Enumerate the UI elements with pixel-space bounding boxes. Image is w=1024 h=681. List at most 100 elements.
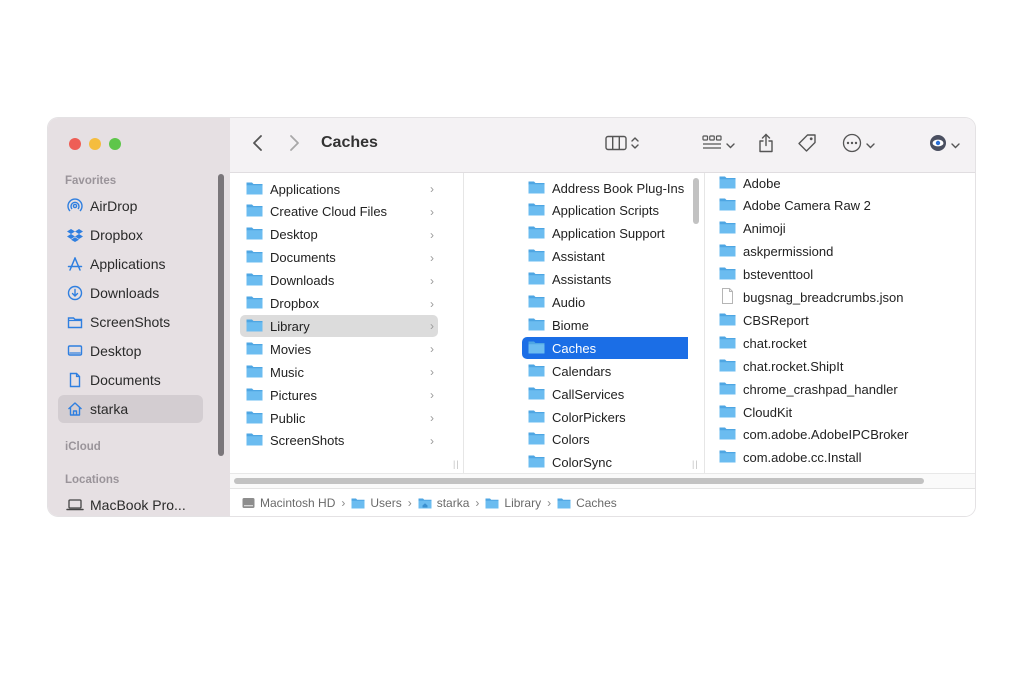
- list-item-chat-rocket-shipit[interactable]: chat.rocket.ShipIt: [713, 355, 963, 377]
- list-item-music[interactable]: Music ›: [240, 361, 438, 383]
- list-item-label: Creative Cloud Files: [270, 204, 388, 220]
- column-caches[interactable]: Adobe Adobe Camera Raw 2 Animoji askpermiss…: [705, 173, 975, 473]
- sidebar-scrollbar[interactable]: [218, 174, 224, 456]
- list-item-callservices[interactable]: CallServices›: [522, 383, 688, 405]
- forward-button[interactable]: [282, 118, 306, 172]
- path-item-label: Users: [370, 495, 402, 510]
- folder-icon: [528, 225, 545, 242]
- list-item-address-book-plug-ins[interactable]: Address Book Plug-Ins›: [522, 177, 688, 199]
- minimize-window-button[interactable]: [89, 138, 101, 150]
- sidebar-item-label: Desktop: [90, 343, 142, 359]
- folder-icon: [719, 266, 736, 283]
- list-item-label: Application Support: [552, 226, 665, 242]
- list-item-bugsnag-breadcrumbs-json[interactable]: bugsnag_breadcrumbs.json: [713, 287, 963, 309]
- folder-icon: [528, 294, 545, 311]
- sidebar-item-downloads[interactable]: Downloads: [58, 279, 203, 307]
- list-item-assistant[interactable]: Assistant›: [522, 246, 688, 268]
- column-library-scrollbar[interactable]: [693, 178, 699, 224]
- list-item-colors[interactable]: Colors›: [522, 429, 688, 451]
- list-item-desktop[interactable]: Desktop ›: [240, 224, 438, 246]
- path-item-label: Library: [504, 495, 542, 510]
- column-library[interactable]: Address Book Plug-Ins›Application Script…: [464, 173, 688, 473]
- close-window-button[interactable]: [69, 138, 81, 150]
- list-item-bsteventtool[interactable]: bsteventtool: [713, 264, 963, 286]
- folder-icon: [246, 181, 263, 198]
- folder-icon: [719, 243, 736, 260]
- tag-icon: [797, 133, 817, 158]
- column-home[interactable]: Applications › Creative Cloud Files › Deskto…: [230, 173, 452, 473]
- sidebar-item-documents[interactable]: Documents: [58, 366, 203, 394]
- sidebar-item-label: Downloads: [90, 285, 160, 301]
- sidebar-item-starka[interactable]: starka: [58, 395, 203, 423]
- list-item-creative-cloud-files[interactable]: Creative Cloud Files ›: [240, 201, 438, 223]
- list-item-colorpickers[interactable]: ColorPickers›: [522, 406, 688, 428]
- list-item-screenshots[interactable]: ScreenShots ›: [240, 430, 438, 452]
- airdrop-icon: [66, 197, 84, 215]
- sidebar-item-applications[interactable]: Applications: [58, 250, 203, 278]
- tags-button[interactable]: [794, 118, 820, 172]
- list-item-applications[interactable]: Applications ›: [240, 178, 438, 200]
- folder-icon: [246, 226, 263, 243]
- sidebar-item-label: Applications: [90, 256, 166, 272]
- list-item-downloads[interactable]: Downloads ›: [240, 270, 438, 292]
- folder-icon: [66, 313, 84, 331]
- list-item-adobe[interactable]: Adobe: [713, 173, 963, 194]
- list-item-caches[interactable]: Caches›: [522, 337, 688, 360]
- group-by-button[interactable]: [696, 118, 740, 172]
- sidebar-item-macbook-pro[interactable]: MacBook Pro...: [58, 491, 203, 516]
- list-item-audio[interactable]: Audio›: [522, 292, 688, 314]
- list-item-animoji[interactable]: Animoji: [713, 218, 963, 240]
- horizontal-scrollbar[interactable]: [234, 478, 924, 484]
- list-item-pictures[interactable]: Pictures ›: [240, 384, 438, 406]
- list-item-cloudkit[interactable]: CloudKit: [713, 401, 963, 423]
- sidebar: Favorites AirDrop Dropbox Applications D…: [48, 118, 230, 516]
- path-item-macintosh-hd[interactable]: Macintosh HD: [242, 496, 335, 510]
- list-item-public[interactable]: Public ›: [240, 407, 438, 429]
- list-item-com-adobe-adobeipcbroker[interactable]: com.adobe.AdobeIPCBroker: [713, 424, 963, 446]
- list-item-dropbox[interactable]: Dropbox ›: [240, 293, 438, 315]
- path-item-starka[interactable]: starka: [418, 496, 469, 510]
- list-item-application-scripts[interactable]: Application Scripts›: [522, 200, 688, 222]
- action-menu-button[interactable]: [836, 118, 880, 172]
- sidebar-item-desktop[interactable]: Desktop: [58, 337, 203, 365]
- list-item-label: Calendars: [552, 363, 612, 379]
- list-item-biome[interactable]: Biome›: [522, 314, 688, 336]
- folder-icon: [528, 454, 545, 471]
- sidebar-item-label: Documents: [90, 372, 161, 388]
- zoom-window-button[interactable]: [109, 138, 121, 150]
- list-item-chrome-crashpad-handler[interactable]: chrome_crashpad_handler: [713, 378, 963, 400]
- list-item-label: Adobe: [743, 175, 781, 191]
- path-item-library[interactable]: Library: [485, 496, 541, 510]
- list-item-com-adobe-cc-install[interactable]: com.adobe.cc.Install: [713, 447, 963, 469]
- sidebar-item-screenshots[interactable]: ScreenShots: [58, 308, 203, 336]
- list-item-label: Assistant: [552, 249, 605, 265]
- view-mode-button[interactable]: [600, 118, 644, 172]
- list-item-chat-rocket[interactable]: chat.rocket: [713, 332, 963, 354]
- share-button[interactable]: [754, 118, 778, 172]
- list-item-label: askpermissiond: [743, 244, 834, 260]
- list-item-library[interactable]: Library ›: [240, 315, 438, 338]
- column-resize-handle[interactable]: ||: [692, 459, 699, 469]
- list-item-adobe-camera-raw-2[interactable]: Adobe Camera Raw 2: [713, 195, 963, 217]
- list-item-label: CBSReport: [743, 312, 809, 328]
- list-item-calendars[interactable]: Calendars›: [522, 360, 688, 382]
- sidebar-item-airdrop[interactable]: AirDrop: [58, 192, 203, 220]
- path-item-users[interactable]: Users: [351, 495, 402, 510]
- preview-app-button[interactable]: [924, 118, 964, 172]
- path-item-caches[interactable]: Caches: [557, 496, 617, 510]
- list-item-colorsync[interactable]: ColorSync›: [522, 452, 688, 473]
- list-item-movies[interactable]: Movies ›: [240, 338, 438, 360]
- list-item-application-support[interactable]: Application Support›: [522, 223, 688, 245]
- back-button[interactable]: [246, 118, 270, 172]
- column-resize-handle[interactable]: ||: [453, 459, 460, 469]
- list-item-cbsreport[interactable]: CBSReport: [713, 309, 963, 331]
- list-item-label: ColorSync: [552, 455, 612, 471]
- list-item-documents[interactable]: Documents ›: [240, 247, 438, 269]
- sidebar-item-dropbox[interactable]: Dropbox: [58, 221, 203, 249]
- chevron-right-icon: ›: [430, 204, 434, 219]
- list-item-askpermissiond[interactable]: askpermissiond: [713, 241, 963, 263]
- list-item-assistants[interactable]: Assistants›: [522, 269, 688, 291]
- grid-icon: [701, 134, 722, 156]
- folder-icon: [719, 335, 736, 352]
- list-item-label: Downloads: [270, 273, 335, 289]
